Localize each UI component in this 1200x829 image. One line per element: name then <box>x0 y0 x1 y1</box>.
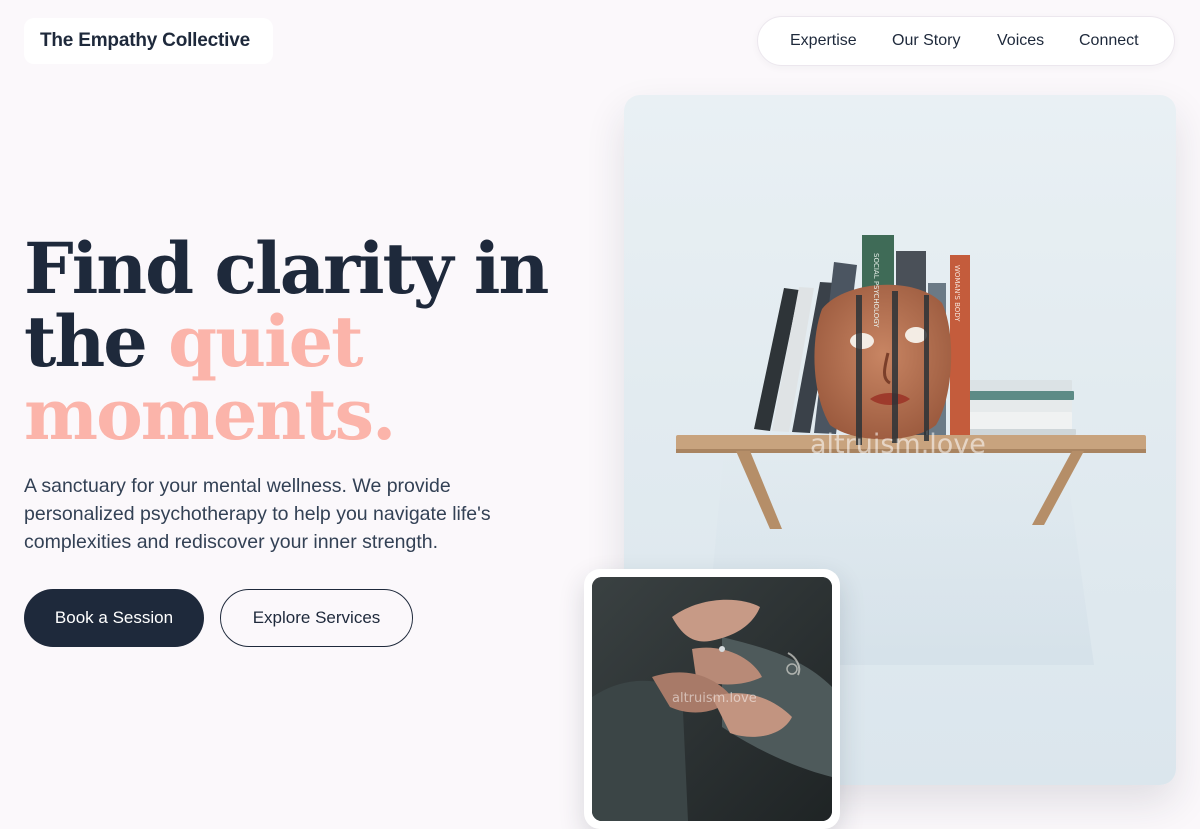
spine-womans-body: WOMAN'S BODY <box>953 265 961 322</box>
book-session-button[interactable]: Book a Session <box>24 589 204 647</box>
hands-illustration <box>592 577 832 821</box>
hero-headline: Find clarity in the quiet moments. <box>24 232 549 451</box>
main-nav: Expertise Our Story Voices Connect <box>757 16 1175 66</box>
inset-photo-holding-hands: altruism.love <box>584 569 840 829</box>
hero-description: A sanctuary for your mental wellness. We… <box>24 475 491 553</box>
nav-item-voices[interactable]: Voices <box>997 17 1044 65</box>
explore-services-label: Explore Services <box>252 608 381 627</box>
headline-line-2: the <box>24 300 169 383</box>
explore-services-button[interactable]: Explore Services <box>220 589 413 647</box>
book-session-label: Book a Session <box>54 608 174 627</box>
inset-photo-frame: altruism.love <box>592 577 832 821</box>
brand-logo[interactable]: The Empathy Collective <box>24 18 273 64</box>
nav-item-our-story[interactable]: Our Story <box>892 17 960 65</box>
spine-social-psychology: SOCIAL PSYCHOLOGY <box>872 253 880 328</box>
nav-item-connect[interactable]: Connect <box>1079 17 1139 65</box>
headline-line-1: Find clarity in <box>24 227 549 310</box>
headline-accent-quiet: quiet <box>168 300 363 383</box>
nav-item-expertise[interactable]: Expertise <box>790 17 857 65</box>
cut-face-artwork <box>814 284 952 445</box>
brand-name: The Empathy Collective <box>40 30 250 51</box>
headline-accent-moments: moments. <box>24 373 396 456</box>
